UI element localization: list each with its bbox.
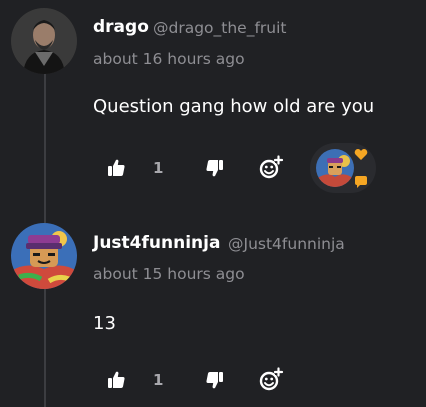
dislike-button[interactable] [205, 158, 225, 178]
thumbs-down-icon [205, 158, 225, 178]
username[interactable]: Just4funninja [93, 233, 220, 253]
thumbs-up-icon [106, 158, 126, 178]
add-reaction-button[interactable] [258, 155, 284, 181]
add-reaction-icon [258, 367, 284, 393]
heart-icon [354, 146, 368, 165]
dislike-button[interactable] [205, 370, 225, 390]
add-reaction-button[interactable] [258, 367, 284, 393]
avatar[interactable] [11, 223, 77, 289]
comment-body: 13 [93, 313, 116, 334]
reactor-avatar [316, 149, 354, 187]
timestamp: about 16 hours ago [93, 50, 245, 68]
user-handle[interactable]: @drago_the_fruit [153, 19, 287, 37]
speech-bubble-icon [354, 174, 368, 193]
thumbs-down-icon [205, 370, 225, 390]
reaction-summary[interactable] [310, 143, 376, 193]
like-button[interactable] [106, 158, 126, 178]
username[interactable]: drago [93, 17, 149, 37]
like-count: 1 [153, 371, 164, 389]
add-reaction-icon [258, 155, 284, 181]
comment-body: Question gang how old are you [93, 96, 375, 117]
avatar[interactable] [11, 8, 77, 74]
like-button[interactable] [106, 370, 126, 390]
like-count: 1 [153, 159, 164, 177]
user-handle[interactable]: @Just4funninja [228, 235, 345, 253]
timestamp: about 15 hours ago [93, 265, 245, 283]
thumbs-up-icon [106, 370, 126, 390]
